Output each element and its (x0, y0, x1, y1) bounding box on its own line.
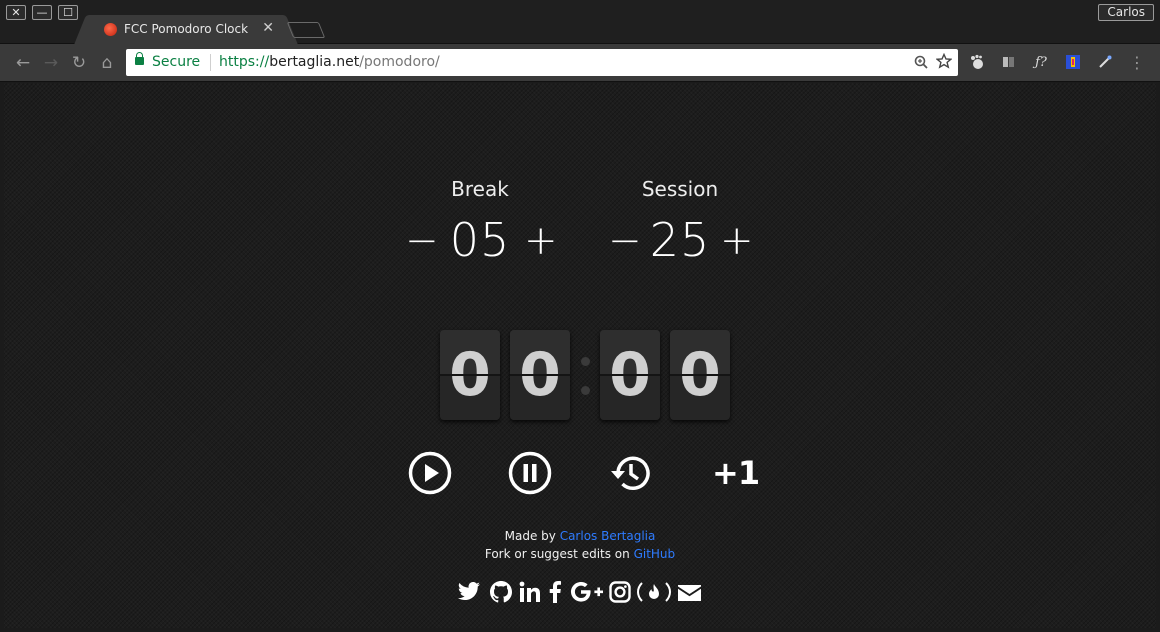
google-plus-icon[interactable] (570, 581, 604, 607)
instagram-icon[interactable] (609, 581, 631, 607)
linkedin-icon[interactable] (519, 581, 541, 607)
omnibox-divider (210, 54, 211, 71)
panels-extension-icon[interactable] (1000, 54, 1018, 72)
clock-minutes-ones: 0 (510, 330, 570, 420)
clock-colon-dot-top (581, 357, 590, 366)
made-by-prefix: Made by (504, 529, 560, 543)
browser-toolbar: ← → ↻ ⌂ Secure https://bertaglia.net/pom… (0, 44, 1160, 82)
browser-menu-icon[interactable]: ⋮ (1128, 54, 1146, 72)
clock-seconds-ones: 0 (670, 330, 730, 420)
tomato-favicon-icon (104, 23, 117, 36)
clock-digit: 0 (519, 340, 561, 410)
github-link[interactable]: GitHub (634, 547, 676, 561)
pause-button[interactable] (508, 451, 552, 495)
clock-colon-dot-bottom (581, 386, 590, 395)
break-decrement-button[interactable]: − (405, 221, 439, 261)
url-path: /pomodoro/ (359, 54, 440, 70)
clock-seconds-tens: 0 (600, 330, 660, 420)
address-bar[interactable]: Secure https://bertaglia.net/pomodoro/ (126, 49, 958, 76)
tab-title: FCC Pomodoro Clock (124, 22, 249, 36)
browser-tab-active[interactable]: FCC Pomodoro Clock ✕ (88, 15, 284, 45)
forward-button[interactable]: → (40, 52, 62, 74)
fork-prefix: Fork or suggest edits on (484, 547, 634, 561)
function-extension-icon[interactable]: ƒ? (1032, 54, 1050, 72)
window-maximize-button[interactable]: ☐ (58, 5, 78, 20)
session-increment-button[interactable]: + (720, 221, 754, 261)
break-increment-button[interactable]: + (524, 221, 558, 261)
profile-button[interactable]: Carlos (1098, 4, 1154, 21)
secure-label: Secure (152, 54, 201, 70)
play-circle-icon (408, 451, 452, 495)
made-by-line: Made by Carlos Bertaglia (4, 529, 1156, 543)
window-titlebar: ✕ — ☐ FCC Pomodoro Clock ✕ Carlos (0, 0, 1160, 45)
home-button[interactable]: ⌂ (96, 52, 118, 74)
email-icon[interactable] (677, 581, 702, 607)
clock-digit: 0 (609, 340, 651, 410)
color-extension-icon[interactable] (1064, 54, 1082, 72)
page-content: Break Session − 05 + − 25 + 0 0 0 0 +1 M… (4, 83, 1156, 628)
session-decrement-button[interactable]: − (608, 221, 642, 261)
twitter-icon[interactable] (457, 581, 481, 607)
github-icon[interactable] (490, 581, 512, 607)
gnome-extension-icon[interactable] (968, 54, 986, 72)
url-text[interactable]: https://bertaglia.net/pomodoro/ (219, 54, 440, 70)
pause-circle-icon (508, 451, 552, 495)
clock-digit: 0 (679, 340, 721, 410)
new-tab-button[interactable] (286, 22, 326, 38)
session-length-value: 25 (649, 213, 711, 267)
reload-button[interactable]: ↻ (68, 52, 90, 74)
reset-button[interactable] (608, 451, 652, 495)
lock-icon (135, 52, 144, 65)
clock-digit: 0 (449, 340, 491, 410)
window-close-button[interactable]: ✕ (6, 5, 26, 20)
bookmark-star-icon[interactable] (935, 52, 953, 73)
author-link[interactable]: Carlos Bertaglia (560, 529, 656, 543)
eyedropper-extension-icon[interactable] (1096, 54, 1114, 72)
back-button[interactable]: ← (12, 52, 34, 74)
break-label: Break (451, 177, 509, 201)
zoom-icon[interactable] (914, 55, 928, 73)
break-length-value: 05 (449, 213, 511, 267)
add-one-minute-button[interactable]: +1 (712, 451, 760, 495)
tab-close-icon[interactable]: ✕ (262, 20, 274, 36)
freecodecamp-icon[interactable] (637, 581, 671, 607)
play-button[interactable] (408, 451, 452, 495)
url-protocol: https:// (219, 54, 270, 70)
window-minimize-button[interactable]: — (32, 5, 52, 20)
url-host: bertaglia.net (269, 54, 360, 70)
history-reset-icon (611, 456, 650, 491)
session-label: Session (641, 177, 719, 201)
fork-line: Fork or suggest edits on GitHub (4, 547, 1156, 561)
clock-minutes-tens: 0 (440, 330, 500, 420)
facebook-icon[interactable] (548, 581, 562, 607)
